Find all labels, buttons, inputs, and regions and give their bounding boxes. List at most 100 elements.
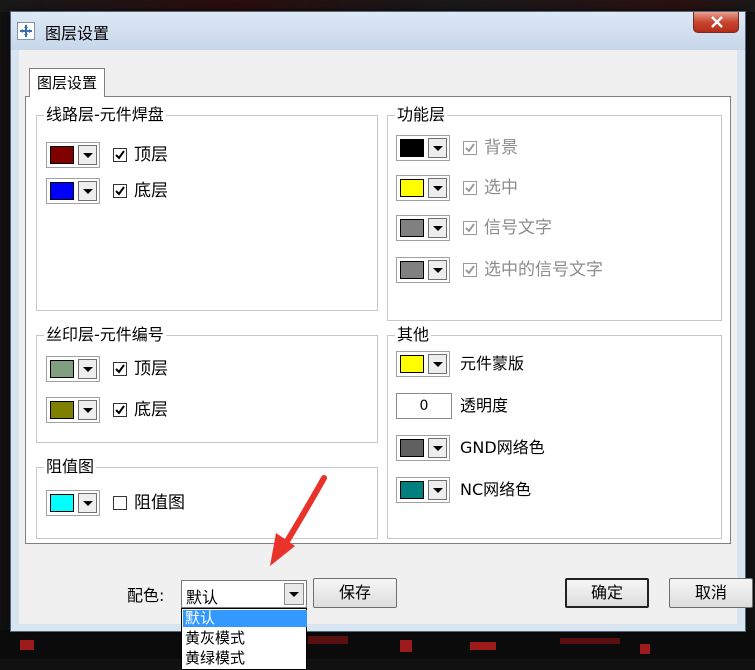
pcb-pad bbox=[20, 640, 34, 650]
label-background: 背景 bbox=[484, 138, 518, 158]
dropdown-arrow-icon[interactable] bbox=[78, 181, 97, 201]
group-title: 功能层 bbox=[395, 105, 448, 125]
checkbox-background[interactable] bbox=[463, 141, 477, 155]
dropdown-arrow-icon[interactable] bbox=[428, 260, 447, 280]
window-title: 图层设置 bbox=[45, 24, 110, 43]
color-scheme-dropdown-list: 默认 黄灰模式 黄绿模式 bbox=[181, 608, 307, 670]
pcb-pad bbox=[400, 640, 412, 652]
label-component-mask: 元件蒙版 bbox=[460, 354, 525, 373]
title-bar[interactable]: 图层设置 bbox=[11, 12, 745, 50]
color-swatch bbox=[400, 219, 424, 237]
checkbox-resistance[interactable] bbox=[113, 496, 127, 510]
color-swatch bbox=[400, 439, 424, 457]
layer-settings-dialog: 图层设置 图层设置 线路层-元件焊盘 顶层 底层 丝印层-元件编号 顶层 底层 … bbox=[10, 11, 753, 670]
label-signal-text: 信号文字 bbox=[484, 218, 552, 238]
color-picker-nc-net[interactable] bbox=[396, 477, 450, 503]
dropdown-arrow-icon[interactable] bbox=[428, 218, 447, 238]
color-swatch bbox=[50, 182, 74, 200]
color-swatch bbox=[400, 139, 424, 157]
label-silk-top: 顶层 bbox=[134, 359, 168, 379]
dropdown-arrow-icon[interactable] bbox=[78, 493, 97, 513]
label-silk-bottom: 底层 bbox=[134, 400, 168, 420]
dropdown-arrow-icon[interactable] bbox=[428, 480, 447, 500]
pcb-trace bbox=[308, 636, 348, 644]
color-picker-silk-top[interactable] bbox=[46, 356, 100, 382]
checkbox-circuit-bottom[interactable] bbox=[113, 184, 127, 198]
pcb-pad bbox=[640, 644, 650, 654]
color-picker-selected[interactable] bbox=[396, 175, 450, 201]
group-title: 线路层-元件焊盘 bbox=[44, 105, 166, 125]
group-function-layer: 功能层 背景 选中 信号文字 选中的信号文字 bbox=[387, 105, 722, 321]
tab-panel: 线路层-元件焊盘 顶层 底层 丝印层-元件编号 顶层 底层 阻值图 阻值图 功能… bbox=[25, 96, 731, 544]
color-picker-silk-bottom[interactable] bbox=[46, 397, 100, 423]
color-swatch bbox=[50, 401, 74, 419]
ok-button[interactable]: 确定 bbox=[565, 578, 649, 608]
group-other: 其他 元件蒙版 0 透明度 GND网络色 NC网络色 bbox=[387, 325, 722, 539]
color-picker-background[interactable] bbox=[396, 135, 450, 161]
color-swatch bbox=[400, 261, 424, 279]
color-picker-component-mask[interactable] bbox=[396, 351, 450, 377]
label-circuit-bottom: 底层 bbox=[134, 181, 168, 201]
group-title: 其他 bbox=[395, 325, 432, 345]
label-resistance: 阻值图 bbox=[134, 493, 185, 513]
dialog-client-area: 图层设置 线路层-元件焊盘 顶层 底层 丝印层-元件编号 顶层 底层 阻值图 阻… bbox=[19, 50, 753, 670]
group-title: 丝印层-元件编号 bbox=[44, 325, 166, 345]
dropdown-arrow-icon[interactable] bbox=[428, 178, 447, 198]
color-swatch bbox=[50, 494, 74, 512]
label-nc-net-color: NC网络色 bbox=[460, 480, 532, 499]
pcb-pad bbox=[470, 642, 496, 650]
check-icon bbox=[115, 364, 125, 374]
pcb-trace bbox=[560, 638, 620, 644]
check-icon bbox=[465, 223, 475, 233]
checkbox-silk-top[interactable] bbox=[113, 362, 127, 376]
opacity-input[interactable]: 0 bbox=[396, 393, 452, 419]
color-swatch bbox=[400, 355, 424, 373]
dropdown-arrow-icon[interactable] bbox=[428, 354, 447, 374]
color-scheme-select[interactable]: 默认 bbox=[181, 580, 307, 608]
color-picker-circuit-bottom[interactable] bbox=[46, 178, 100, 204]
color-scheme-label: 配色: bbox=[127, 586, 165, 605]
label-gnd-net-color: GND网络色 bbox=[460, 438, 545, 457]
group-silkscreen-layer: 丝印层-元件编号 顶层 底层 bbox=[36, 325, 378, 443]
close-button[interactable] bbox=[693, 12, 739, 33]
check-icon bbox=[115, 186, 125, 196]
color-swatch bbox=[50, 360, 74, 378]
checkbox-selected-signal-text[interactable] bbox=[463, 263, 477, 277]
label-circuit-top: 顶层 bbox=[134, 145, 168, 165]
dropdown-arrow-icon[interactable] bbox=[78, 400, 97, 420]
color-picker-resistance[interactable] bbox=[46, 490, 100, 516]
dropdown-arrow-icon[interactable] bbox=[428, 138, 447, 158]
checkbox-circuit-top[interactable] bbox=[113, 148, 127, 162]
color-swatch bbox=[400, 179, 424, 197]
dropdown-arrow-icon[interactable] bbox=[428, 438, 447, 458]
color-swatch bbox=[400, 481, 424, 499]
check-icon bbox=[115, 405, 125, 415]
color-picker-gnd-net[interactable] bbox=[396, 435, 450, 461]
check-icon bbox=[115, 150, 125, 160]
checkbox-silk-bottom[interactable] bbox=[113, 403, 127, 417]
group-circuit-layer: 线路层-元件焊盘 顶层 底层 bbox=[36, 105, 378, 311]
close-icon bbox=[711, 16, 723, 28]
scheme-option-yellow-gray[interactable]: 黄灰模式 bbox=[183, 630, 307, 647]
app-icon bbox=[17, 22, 35, 40]
label-selected: 选中 bbox=[484, 178, 518, 198]
checkbox-selected[interactable] bbox=[463, 181, 477, 195]
color-picker-selected-signal-text[interactable] bbox=[396, 257, 450, 283]
label-opacity: 透明度 bbox=[460, 396, 509, 415]
color-swatch bbox=[50, 146, 74, 164]
checkbox-signal-text[interactable] bbox=[463, 221, 477, 235]
chevron-down-icon[interactable] bbox=[284, 583, 304, 605]
color-picker-circuit-top[interactable] bbox=[46, 142, 100, 168]
save-button[interactable]: 保存 bbox=[313, 578, 397, 608]
cancel-button[interactable]: 取消 bbox=[669, 578, 753, 608]
check-icon bbox=[465, 183, 475, 193]
dropdown-arrow-icon[interactable] bbox=[78, 145, 97, 165]
label-selected-signal-text: 选中的信号文字 bbox=[484, 260, 603, 280]
color-picker-signal-text[interactable] bbox=[396, 215, 450, 241]
color-scheme-value: 默认 bbox=[186, 588, 219, 607]
dropdown-arrow-icon[interactable] bbox=[78, 359, 97, 379]
tab-layer-settings[interactable]: 图层设置 bbox=[29, 68, 106, 97]
check-icon bbox=[465, 265, 475, 275]
group-resistance-map: 阻值图 阻值图 bbox=[36, 457, 378, 539]
scheme-option-default[interactable]: 默认 bbox=[183, 610, 307, 627]
